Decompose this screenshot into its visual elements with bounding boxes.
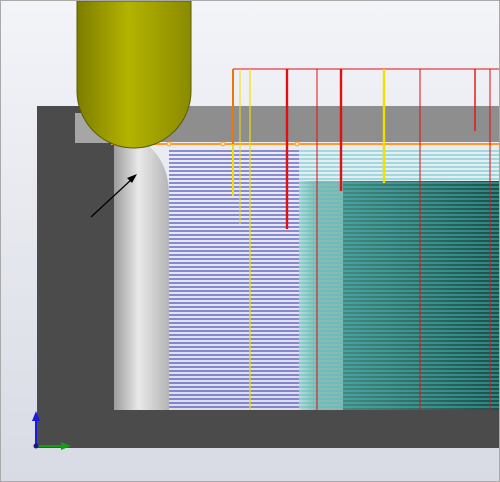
cam-simulation-viewport[interactable] — [0, 0, 500, 482]
part-left-wall — [37, 106, 114, 448]
fillet-wall-face — [114, 144, 169, 410]
machining-scene[interactable] — [1, 1, 499, 481]
tool-shank — [76, 1, 192, 149]
link-point — [166, 141, 172, 147]
part-floor — [37, 410, 499, 448]
ball-nose-end-mill[interactable] — [76, 1, 192, 149]
link-point — [220, 141, 226, 147]
triad-origin — [33, 443, 39, 449]
link-point — [294, 141, 300, 147]
